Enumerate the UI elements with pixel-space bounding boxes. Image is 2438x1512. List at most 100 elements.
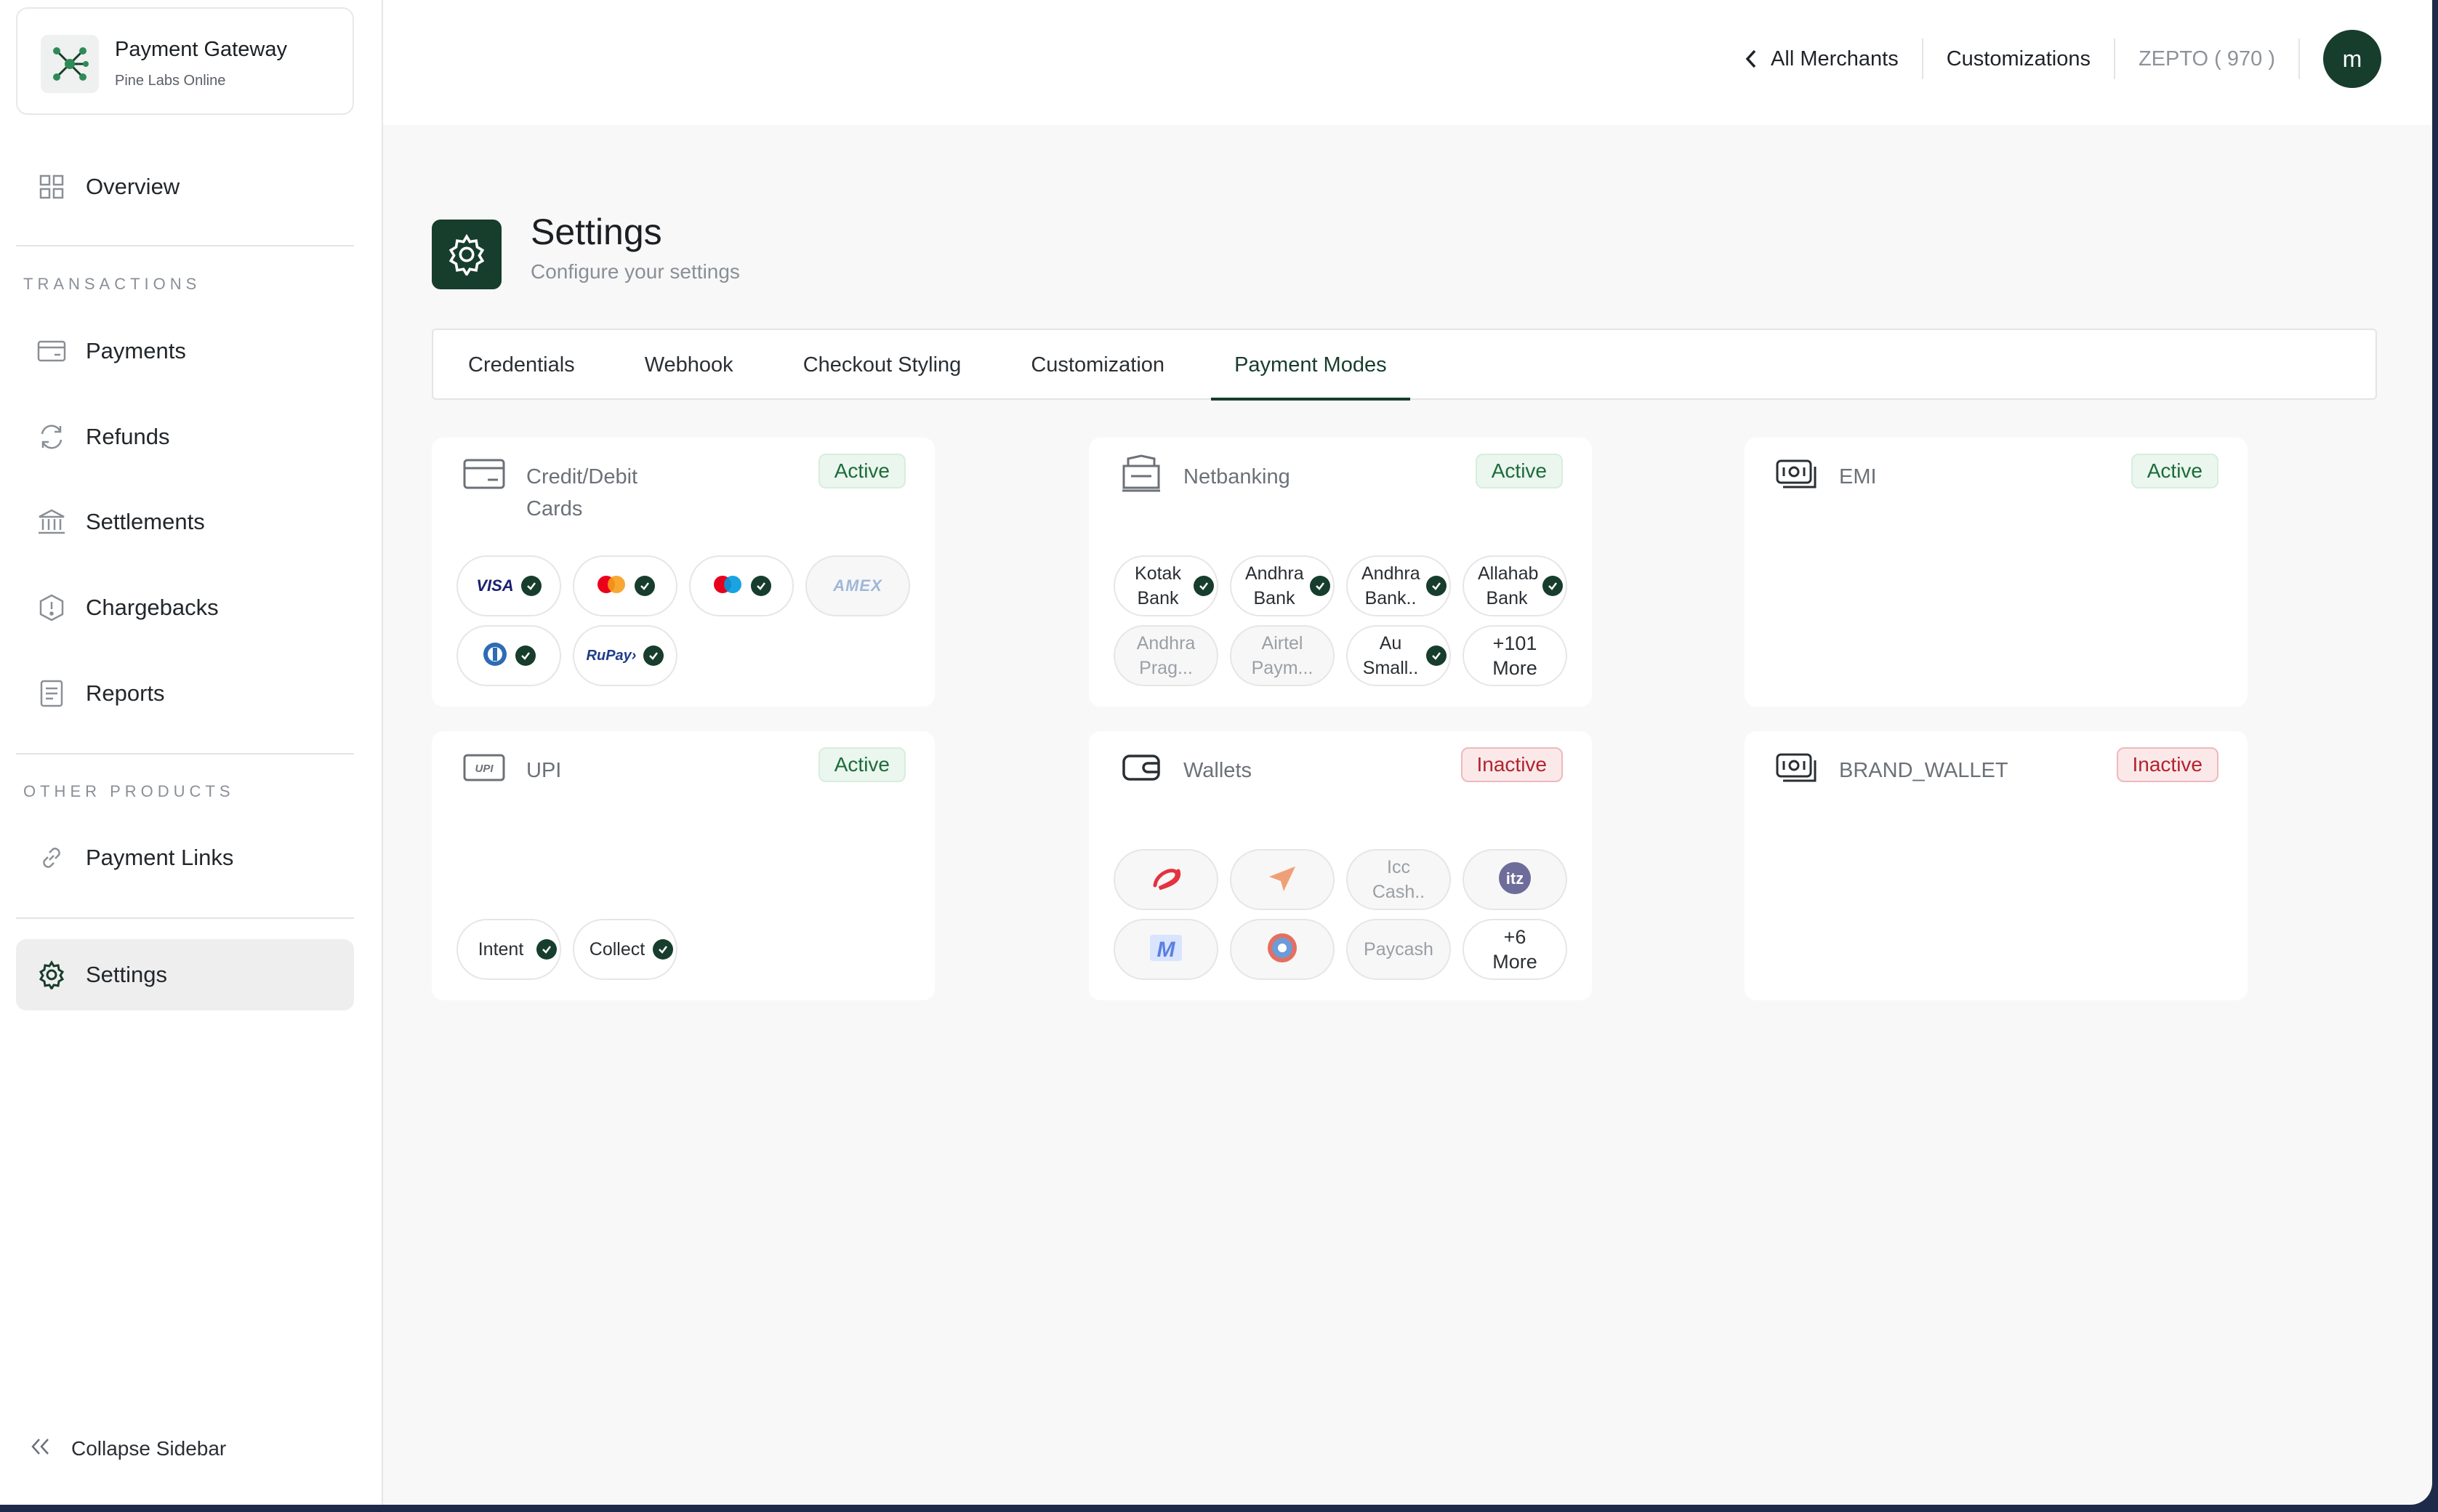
card-title: EMI bbox=[1839, 465, 1877, 488]
collapse-sidebar-label: Collapse Sidebar bbox=[71, 1436, 227, 1460]
tab-checkout-styling[interactable]: Checkout Styling bbox=[792, 330, 973, 400]
more-banks-label: +101 More bbox=[1492, 632, 1537, 679]
sidebar-item-refunds[interactable]: Refunds bbox=[16, 401, 354, 472]
sidebar-item-chargebacks[interactable]: Chargebacks bbox=[16, 572, 354, 643]
sidebar-item-label: Overview bbox=[86, 174, 180, 199]
check-icon bbox=[643, 646, 664, 666]
network-chip-diners[interactable] bbox=[456, 625, 561, 686]
payment-mode-card-cards[interactable]: Credit/Debit Cards Active VISA AMEX RuPa… bbox=[432, 438, 935, 707]
grid-icon bbox=[33, 169, 70, 205]
all-merchants-link[interactable]: All Merchants bbox=[1721, 47, 1922, 71]
bank-building-icon bbox=[1119, 454, 1163, 494]
check-icon bbox=[536, 939, 557, 960]
link-icon bbox=[33, 840, 70, 876]
brand-title: Payment Gateway bbox=[115, 38, 287, 61]
double-chevron-left-icon bbox=[29, 1436, 52, 1460]
bank-chip[interactable]: Au Small.. bbox=[1346, 625, 1451, 686]
mobikwik-logo-icon: M bbox=[1147, 932, 1185, 968]
upi-option-chip-intent[interactable]: Intent bbox=[456, 919, 561, 980]
sidebar-item-label: Payment Links bbox=[86, 845, 234, 870]
wallet-chip-itz[interactable]: itz bbox=[1463, 849, 1567, 910]
more-wallets-chip[interactable]: +6 More bbox=[1463, 919, 1567, 980]
collapse-sidebar-button[interactable]: Collapse Sidebar bbox=[29, 1436, 226, 1460]
document-icon bbox=[33, 675, 70, 712]
diners-logo-icon bbox=[482, 641, 508, 671]
ola-logo-icon bbox=[1266, 932, 1298, 968]
svg-text:itz: itz bbox=[1506, 869, 1524, 888]
payment-mode-card-upi[interactable]: UPI UPI Active Intent Collect bbox=[432, 731, 935, 1000]
section-label-transactions: TRANSACTIONS bbox=[23, 275, 201, 293]
airtel-logo-icon bbox=[1149, 864, 1183, 896]
payment-mode-card-emi[interactable]: EMI Active bbox=[1745, 438, 2248, 707]
cash-icon bbox=[1775, 747, 1819, 788]
sidebar-item-overview[interactable]: Overview bbox=[16, 151, 354, 222]
sidebar-item-label: Chargebacks bbox=[86, 595, 219, 620]
payment-mode-card-netbanking[interactable]: Netbanking Active Kotak Bank Andhra Bank… bbox=[1089, 438, 1592, 707]
sidebar-item-label: Reports bbox=[86, 680, 165, 706]
chevron-left-icon bbox=[1745, 48, 1758, 70]
wallet-chip-freecharge[interactable] bbox=[1230, 849, 1335, 910]
bank-chip[interactable]: Andhra Prag... bbox=[1114, 625, 1218, 686]
rupay-logo-icon: RuPay› bbox=[586, 647, 637, 664]
status-badge: Active bbox=[818, 454, 906, 488]
sidebar-divider bbox=[16, 917, 354, 919]
bank-icon bbox=[33, 504, 70, 540]
check-icon bbox=[1194, 576, 1214, 596]
wallet-icon bbox=[1119, 747, 1163, 788]
tab-credentials[interactable]: Credentials bbox=[456, 330, 587, 400]
network-chip-mastercard[interactable] bbox=[573, 555, 677, 616]
sidebar-item-reports[interactable]: Reports bbox=[16, 658, 354, 729]
upi-option-label: Intent bbox=[478, 939, 524, 960]
tab-webhook[interactable]: Webhook bbox=[633, 330, 745, 400]
network-chip-maestro[interactable] bbox=[689, 555, 794, 616]
more-banks-chip[interactable]: +101 More bbox=[1463, 625, 1567, 686]
settings-tabs: Credentials Webhook Checkout Styling Cus… bbox=[432, 329, 2377, 401]
wallet-chip-label: Icc Cash.. bbox=[1372, 857, 1425, 902]
payment-mode-card-wallets[interactable]: Wallets Inactive Icc Cash.. itz M Paycas… bbox=[1089, 731, 1592, 1000]
network-chip-rupay[interactable]: RuPay› bbox=[573, 625, 677, 686]
network-chip-amex[interactable]: AMEX bbox=[805, 555, 910, 616]
check-icon bbox=[515, 646, 536, 666]
brand-card[interactable]: Payment Gateway Pine Labs Online bbox=[16, 7, 354, 115]
check-icon bbox=[653, 939, 673, 960]
sidebar-item-payment-links[interactable]: Payment Links bbox=[16, 822, 354, 893]
sidebar: Payment Gateway Pine Labs Online Overvie… bbox=[0, 0, 383, 1505]
check-icon bbox=[520, 576, 542, 596]
card-title: Wallets bbox=[1183, 759, 1252, 782]
wallet-chip-label: Paycash bbox=[1364, 939, 1433, 960]
sidebar-item-payments[interactable]: Payments bbox=[16, 315, 354, 387]
amex-logo-icon: AMEX bbox=[833, 576, 882, 595]
payment-mode-card-brand-wallet[interactable]: BRAND_WALLET Inactive bbox=[1745, 731, 2248, 1000]
wallet-chip-ola[interactable] bbox=[1230, 919, 1335, 980]
topbar-links: All Merchants Customizations ZEPTO ( 970… bbox=[1721, 29, 2381, 89]
wallet-chip-paycash[interactable]: Paycash bbox=[1346, 919, 1451, 980]
sidebar-item-settings[interactable]: Settings bbox=[16, 939, 354, 1010]
bank-chip[interactable]: Andhra Bank.. bbox=[1346, 555, 1451, 616]
sidebar-item-settlements[interactable]: Settlements bbox=[16, 486, 354, 558]
avatar[interactable]: m bbox=[2323, 30, 2381, 88]
credit-card-icon bbox=[462, 454, 506, 494]
wallet-chip-mobikwik[interactable]: M bbox=[1114, 919, 1218, 980]
tab-payment-modes[interactable]: Payment Modes bbox=[1211, 330, 1410, 401]
sidebar-divider bbox=[16, 753, 354, 755]
upi-icon: UPI bbox=[462, 747, 506, 788]
bank-chip[interactable]: Andhra Bank bbox=[1230, 555, 1335, 616]
card-title: Credit/Debit Cards bbox=[526, 465, 638, 520]
bank-chip[interactable]: Airtel Paym... bbox=[1230, 625, 1335, 686]
check-icon bbox=[635, 576, 655, 596]
all-merchants-label: All Merchants bbox=[1771, 47, 1899, 71]
network-chip-visa[interactable]: VISA bbox=[456, 555, 561, 616]
bank-chip-label: Andhra Bank bbox=[1245, 563, 1304, 608]
wallet-chip-airtel[interactable] bbox=[1114, 849, 1218, 910]
check-icon bbox=[1542, 576, 1563, 596]
wallet-chip-icc[interactable]: Icc Cash.. bbox=[1346, 849, 1451, 910]
paper-plane-logo-icon bbox=[1266, 864, 1298, 896]
check-icon bbox=[1310, 576, 1330, 596]
bank-chip-label: Kotak Bank bbox=[1135, 563, 1181, 608]
bank-chip-label: Andhra Bank.. bbox=[1361, 563, 1420, 608]
tab-customization[interactable]: Customization bbox=[1019, 330, 1176, 400]
upi-option-chip-collect[interactable]: Collect bbox=[573, 919, 677, 980]
customizations-link[interactable]: Customizations bbox=[1923, 47, 2114, 71]
bank-chip[interactable]: Kotak Bank bbox=[1114, 555, 1218, 616]
bank-chip[interactable]: Allahab Bank bbox=[1463, 555, 1567, 616]
